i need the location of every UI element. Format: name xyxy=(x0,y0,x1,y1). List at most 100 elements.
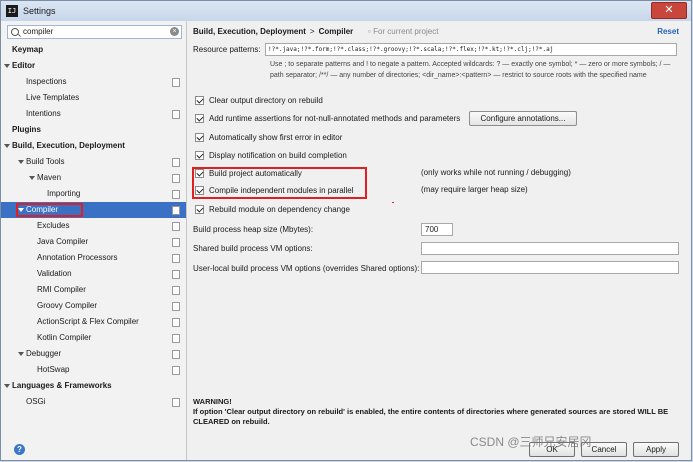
heap-size-input[interactable]: 700 xyxy=(421,223,453,236)
resource-patterns-input[interactable]: !?*.java;!?*.form;!?*.class;!?*.groovy;!… xyxy=(265,43,677,56)
option-label: Rebuild module on dependency change xyxy=(209,205,350,214)
tree-item-label: RMI Compiler xyxy=(37,285,86,294)
user-vm-options-input[interactable] xyxy=(421,261,679,274)
apply-button[interactable]: Apply xyxy=(633,442,679,457)
project-settings-icon xyxy=(170,188,180,199)
tree-item-live-templates[interactable]: Live Templates xyxy=(1,90,186,106)
option-label: Clear output directory on rebuild xyxy=(209,96,323,105)
expand-arrow-icon[interactable] xyxy=(18,352,24,356)
option-label: Display notification on build completion xyxy=(209,151,347,160)
reset-link[interactable]: Reset xyxy=(657,27,679,36)
tree-item-label: OSGi xyxy=(26,397,46,406)
tree-item-actionscript-flex-compiler[interactable]: ActionScript & Flex Compiler xyxy=(1,314,186,330)
project-settings-icon xyxy=(170,364,180,375)
project-settings-icon xyxy=(170,284,180,295)
search-field[interactable]: compiler × xyxy=(7,25,182,39)
tree-item-excludes[interactable]: Excludes xyxy=(1,218,186,234)
tree-item-label: Editor xyxy=(12,61,36,70)
warning-block: WARNING! If option 'Clear output directo… xyxy=(193,397,688,427)
project-settings-icon xyxy=(170,156,180,167)
tree-item-label: Build, Execution, Deployment xyxy=(12,141,125,150)
tree-item-annotation-processors[interactable]: Annotation Processors xyxy=(1,250,186,266)
tree-item-validation[interactable]: Validation xyxy=(1,266,186,282)
tree-item-build-tools[interactable]: Build Tools xyxy=(1,154,186,170)
breadcrumb-separator: > xyxy=(309,27,315,36)
tree-item-groovy-compiler[interactable]: Groovy Compiler xyxy=(1,298,186,314)
checkbox[interactable] xyxy=(195,114,204,123)
heap-size-label: Build process heap size (Mbytes): xyxy=(193,225,314,234)
search-icon xyxy=(11,28,19,36)
clear-search-icon[interactable]: × xyxy=(170,27,179,36)
help-icon[interactable]: ? xyxy=(14,444,25,455)
checkbox[interactable] xyxy=(195,151,204,160)
tree-item-debugger[interactable]: Debugger xyxy=(1,346,186,362)
tree-item-editor[interactable]: Editor xyxy=(1,58,186,74)
window-title: Settings xyxy=(23,6,56,16)
project-settings-icon xyxy=(170,236,180,247)
tree-item-label: Languages & Frameworks xyxy=(12,381,112,390)
shared-vm-options-input[interactable] xyxy=(421,242,679,255)
tree-item-label: Java Compiler xyxy=(37,237,89,246)
project-settings-icon xyxy=(170,108,180,119)
settings-window: IJ Settings ✕ compiler × Keymap Editor Ins… xyxy=(0,0,692,461)
warning-text: If option 'Clear output directory on reb… xyxy=(193,407,669,426)
project-scope-note: ▫ For current project xyxy=(368,27,439,36)
build-options-highlight-box xyxy=(192,167,367,199)
tree-item-label: ActionScript & Flex Compiler xyxy=(37,317,139,326)
annotation-mark xyxy=(392,202,394,203)
resource-patterns-label: Resource patterns: xyxy=(193,45,261,54)
tree-item-label: Inspections xyxy=(26,77,67,86)
project-settings-icon xyxy=(170,332,180,343)
configure-annotations-button[interactable]: Configure annotations... xyxy=(469,111,577,126)
project-settings-icon xyxy=(170,76,180,87)
compiler-settings-panel: Build, Execution, Deployment > Compiler ▫ … xyxy=(187,21,691,460)
option-note: (may require larger heap size) xyxy=(421,185,528,194)
tree-item-rmi-compiler[interactable]: RMI Compiler xyxy=(1,282,186,298)
tree-item-label: Intentions xyxy=(26,109,61,118)
search-input[interactable]: compiler xyxy=(23,27,53,36)
tree-item-label: Debugger xyxy=(26,349,62,358)
tree-item-osgi[interactable]: OSGi xyxy=(1,394,186,410)
checkbox[interactable] xyxy=(195,133,204,142)
tree-item-languages-frameworks[interactable]: Languages & Frameworks xyxy=(1,378,186,394)
project-settings-icon xyxy=(170,268,180,279)
tree-item-build-execution-deployment[interactable]: Build, Execution, Deployment xyxy=(1,138,186,154)
project-settings-icon xyxy=(170,220,180,231)
option-label: Automatically show first error in editor xyxy=(209,133,343,142)
tree-item-label: Maven xyxy=(37,173,62,182)
csdn-watermark: CSDN @三师兄安居冈 xyxy=(470,435,592,449)
compiler-highlight-box xyxy=(16,203,83,217)
expand-arrow-icon[interactable] xyxy=(29,176,35,180)
tree-item-plugins[interactable]: Plugins xyxy=(1,122,186,138)
tree-item-java-compiler[interactable]: Java Compiler xyxy=(1,234,186,250)
tree-item-label: Plugins xyxy=(12,125,41,134)
tree-item-keymap[interactable]: Keymap xyxy=(1,42,186,58)
tree-item-kotlin-compiler[interactable]: Kotlin Compiler xyxy=(1,330,186,346)
checkbox[interactable] xyxy=(195,96,204,105)
expand-arrow-icon[interactable] xyxy=(18,160,24,164)
breadcrumb-current: Compiler xyxy=(318,27,354,36)
close-button[interactable]: ✕ xyxy=(651,2,687,19)
project-settings-icon xyxy=(170,316,180,327)
breadcrumb-parent: Build, Execution, Deployment xyxy=(193,27,306,36)
option-note: (only works while not running / debuggin… xyxy=(421,168,571,177)
project-settings-icon xyxy=(170,252,180,263)
checkbox[interactable] xyxy=(195,205,204,214)
tree-item-hotswap[interactable]: HotSwap xyxy=(1,362,186,378)
tree-item-label: Excludes xyxy=(37,221,70,230)
settings-tree-panel: compiler × Keymap Editor Inspections Live T… xyxy=(1,21,187,460)
tree-item-maven[interactable]: Maven xyxy=(1,170,186,186)
tree-item-importing[interactable]: Importing xyxy=(1,186,186,202)
tree-item-intentions[interactable]: Intentions xyxy=(1,106,186,122)
tree-item-label: Build Tools xyxy=(26,157,65,166)
project-scope-text: For current project xyxy=(373,27,439,36)
user-vm-options-label: User-local build process VM options (ove… xyxy=(193,264,420,273)
expand-arrow-icon[interactable] xyxy=(4,64,10,68)
project-settings-icon xyxy=(170,348,180,359)
expand-arrow-icon[interactable] xyxy=(4,384,10,388)
tree-item-label: Live Templates xyxy=(26,93,80,102)
project-settings-icon xyxy=(170,204,180,215)
expand-arrow-icon[interactable] xyxy=(4,144,10,148)
tree-item-inspections[interactable]: Inspections xyxy=(1,74,186,90)
breadcrumb: Build, Execution, Deployment > Compiler xyxy=(193,27,353,36)
